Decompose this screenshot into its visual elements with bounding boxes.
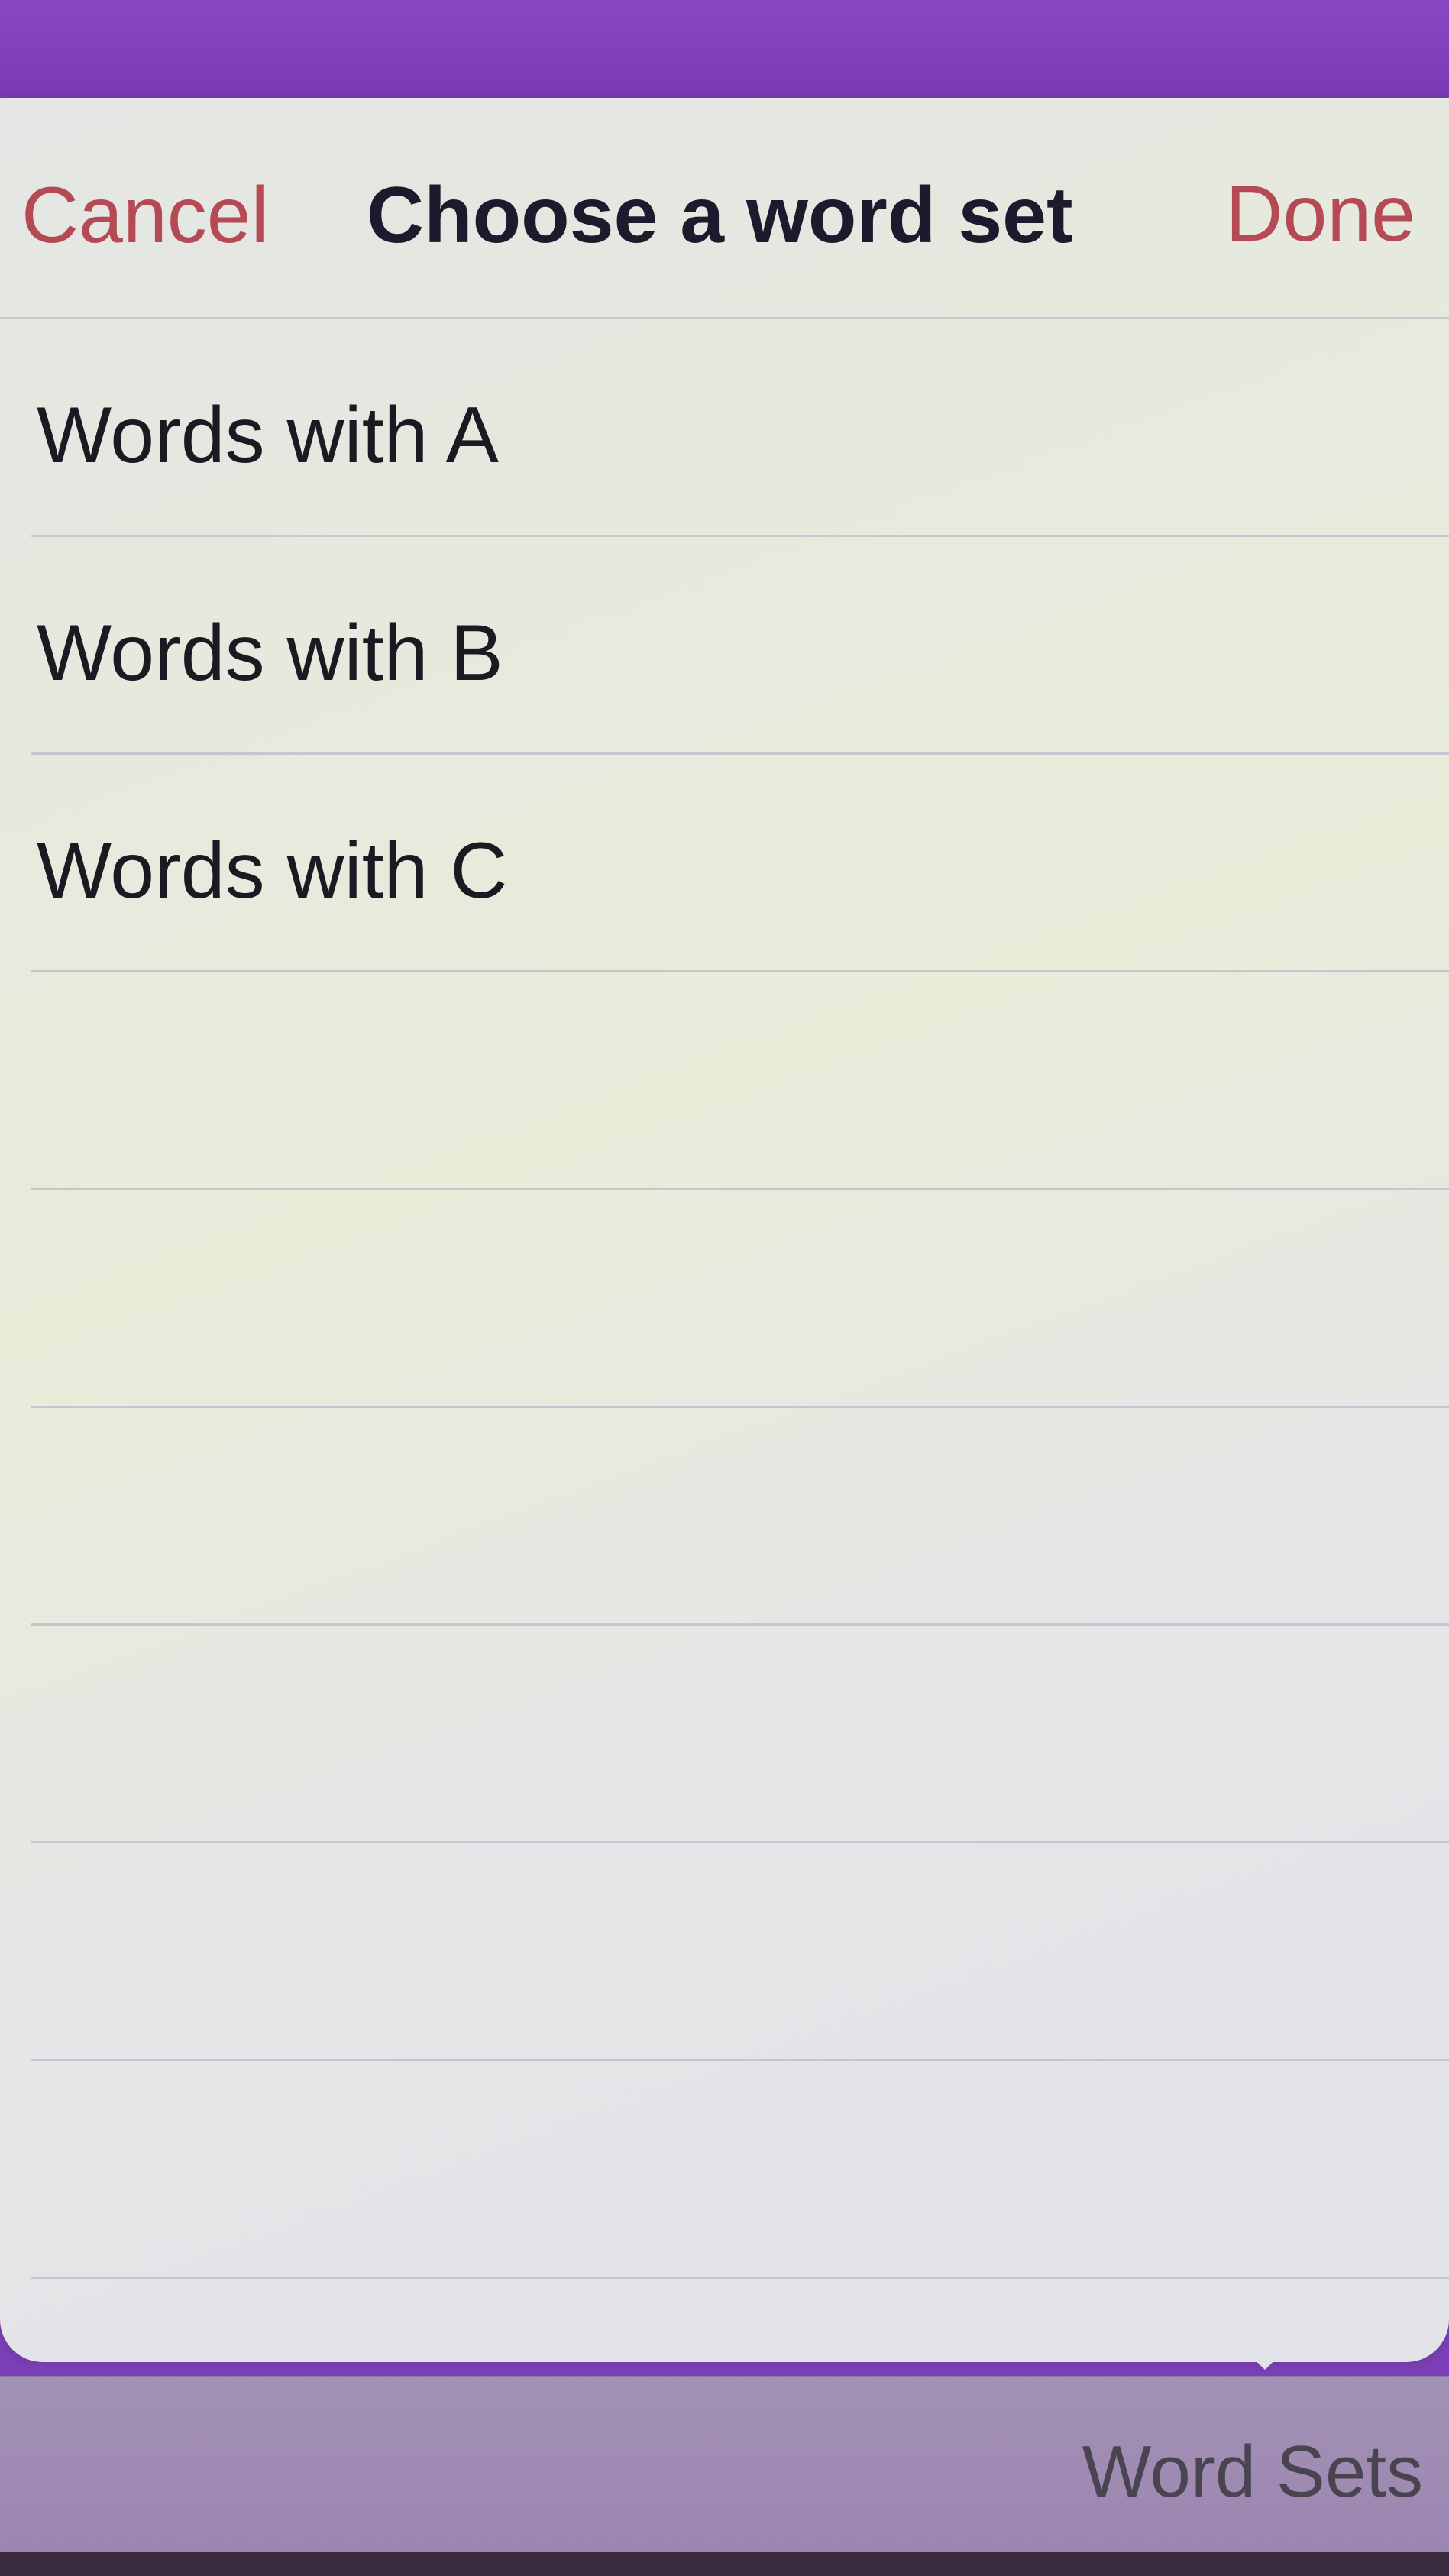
word-set-row-a[interactable]: Words with A [31,319,1449,537]
done-button[interactable]: Done [1225,174,1415,254]
empty-row [31,972,1449,1190]
word-set-label: Words with C [37,827,508,915]
empty-row [31,1843,1449,2061]
word-set-popover: Cancel Choose a word set Done Words with… [0,98,1449,2362]
screen: Cancel Choose a word set Done Words with… [0,0,1449,2576]
bottom-toolbar: Word Sets [0,2376,1449,2552]
word-set-label: Words with A [37,391,499,480]
popover-title: Choose a word set [367,171,1073,260]
word-set-row-c[interactable]: Words with C [31,755,1449,972]
app-background-top [0,0,1449,107]
word-set-list: Words with A Words with B Words with C [0,319,1449,2279]
word-set-label: Words with B [37,609,503,697]
empty-row [31,2061,1449,2279]
empty-row [31,1408,1449,1626]
empty-row [31,1626,1449,1843]
screen-bottom-edge [0,2552,1449,2576]
empty-row [31,1190,1449,1408]
word-sets-button[interactable]: Word Sets [1082,2435,1423,2509]
word-set-row-b[interactable]: Words with B [31,537,1449,755]
cancel-button[interactable]: Cancel [21,176,269,255]
popover-arrow [1222,2328,1308,2370]
popover-nav-bar: Cancel Choose a word set Done [0,98,1449,319]
